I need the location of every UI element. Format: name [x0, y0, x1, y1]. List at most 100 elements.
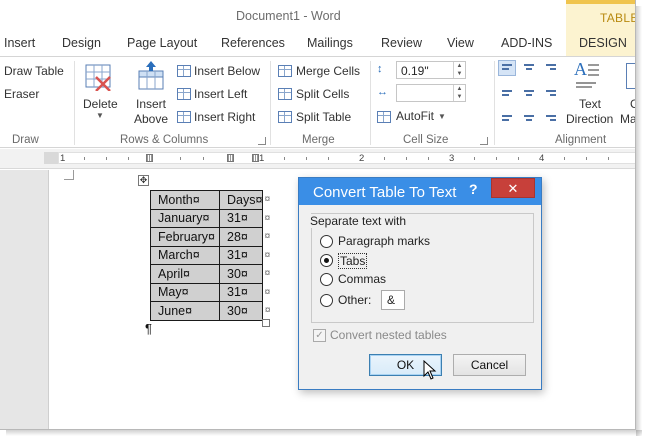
cell-margins-icon[interactable] — [626, 63, 635, 89]
split-table-button[interactable]: Split Table — [296, 110, 351, 124]
table-resize-handle-icon[interactable] — [262, 319, 270, 327]
table-row: January¤ 31¤ ¤ — [150, 208, 272, 228]
help-icon[interactable]: ? — [469, 181, 478, 197]
align-center-icon[interactable] — [520, 84, 538, 100]
close-button[interactable]: ✕ — [491, 178, 535, 198]
align-center-right-icon[interactable] — [542, 84, 560, 100]
ruler-tick — [406, 157, 407, 160]
tab-design[interactable]: Design — [62, 36, 101, 50]
paragraph-mark: ¶ — [145, 321, 152, 336]
table-cell[interactable]: 31¤ — [218, 282, 264, 302]
ruler-number: 3 — [449, 153, 455, 164]
tab-insert[interactable]: Insert — [4, 36, 35, 50]
radio-circle[interactable] — [320, 235, 333, 248]
merge-cells-button[interactable]: Merge Cells — [296, 64, 360, 78]
delete-button[interactable]: Delete — [83, 97, 118, 111]
rows-columns-launcher-icon[interactable] — [258, 137, 266, 145]
end-of-row-mark: ¤ — [262, 264, 272, 283]
draw-table-button[interactable]: Draw Table — [4, 64, 64, 78]
align-top-center-icon[interactable] — [520, 60, 538, 76]
table-cell[interactable]: June¤ — [150, 301, 220, 321]
ruler-tick — [328, 157, 329, 160]
insert-below-button[interactable]: Insert Below — [194, 64, 260, 78]
ruler-tick — [564, 157, 565, 160]
delete-dropdown-icon[interactable]: ▼ — [96, 111, 104, 120]
word-window: Document1 - Word TABLE Insert Design Pag… — [0, 0, 636, 430]
tab-table-design[interactable]: DESIGN — [566, 30, 635, 56]
word-table[interactable]: Month¤ Days¤ ¤ January¤ 31¤ ¤ February¤ … — [150, 190, 272, 321]
align-center-left-icon[interactable] — [498, 84, 516, 100]
table-cell[interactable]: January¤ — [150, 208, 220, 228]
tab-review[interactable]: Review — [381, 36, 422, 50]
column-marker-icon[interactable] — [146, 154, 153, 162]
radio-circle-selected[interactable] — [320, 254, 333, 267]
horizontal-ruler[interactable]: 1 1 2 3 4 — [0, 149, 635, 169]
tab-page-layout[interactable]: Page Layout — [127, 36, 197, 50]
cell-margins-line2[interactable]: Ma — [620, 112, 635, 126]
window-title: Document1 - Word — [236, 9, 341, 23]
spinner-arrows-icon[interactable]: ▲ ▼ — [453, 85, 465, 101]
table-row: April¤ 30¤ ¤ — [150, 264, 272, 284]
split-cells-button[interactable]: Split Cells — [296, 87, 349, 101]
tab-mailings[interactable]: Mailings — [307, 36, 353, 50]
table-cell[interactable]: 31¤ — [218, 208, 264, 228]
table-cell[interactable]: 30¤ — [218, 301, 264, 321]
insert-right-button[interactable]: Insert Right — [194, 110, 255, 124]
delete-table-icon[interactable] — [84, 63, 114, 92]
align-bottom-right-icon[interactable] — [542, 108, 560, 124]
radio-circle[interactable] — [320, 294, 333, 307]
insert-above-line1[interactable]: Insert — [136, 97, 166, 111]
text-direction-line2[interactable]: Direction — [566, 112, 613, 126]
alignment-group-label: Alignment — [555, 134, 607, 146]
table-cell[interactable]: February¤ — [150, 227, 220, 247]
radio-circle[interactable] — [320, 273, 333, 286]
dialog-title-bar[interactable]: Convert Table To Text ? ✕ — [299, 178, 541, 205]
autofit-button[interactable]: AutoFit — [396, 109, 434, 123]
insert-above-line2[interactable]: Above — [134, 112, 168, 126]
tab-add-ins[interactable]: ADD-INS — [501, 36, 552, 50]
align-top-left-icon[interactable] — [498, 60, 516, 76]
table-cell[interactable]: 30¤ — [218, 264, 264, 284]
separate-text-with-label: Separate text with — [310, 214, 407, 228]
table-cell[interactable]: April¤ — [150, 264, 220, 284]
cell-size-group-label: Cell Size — [403, 134, 449, 146]
column-width-spinner[interactable]: ▲ ▼ — [396, 84, 466, 102]
autofit-dropdown-icon[interactable]: ▼ — [438, 112, 446, 121]
tab-references[interactable]: References — [221, 36, 285, 50]
cancel-button[interactable]: Cancel — [453, 354, 526, 376]
column-marker-icon[interactable] — [252, 154, 259, 162]
table-move-handle-icon[interactable]: ✥ — [138, 175, 149, 186]
align-bottom-left-icon[interactable] — [498, 108, 516, 124]
eraser-button[interactable]: Eraser — [4, 87, 39, 101]
table-cell[interactable]: 31¤ — [218, 245, 264, 265]
group-separator — [370, 61, 371, 145]
spinner-arrows-icon[interactable]: ▲ ▼ — [453, 62, 465, 78]
align-bottom-center-icon[interactable] — [520, 108, 538, 124]
ruler-tick — [284, 157, 285, 160]
checkbox-checked-icon: ✓ — [313, 329, 326, 342]
ruler-tick — [128, 157, 129, 160]
dialog-title: Convert Table To Text — [313, 184, 457, 201]
text-direction-line1[interactable]: Text — [579, 97, 601, 111]
table-cell[interactable]: May¤ — [150, 282, 220, 302]
text-direction-icon[interactable]: A — [572, 59, 600, 91]
table-cell[interactable]: March¤ — [150, 245, 220, 265]
row-height-spinner[interactable]: 0.19" ▲ ▼ — [396, 61, 466, 79]
ruler-body — [58, 152, 635, 164]
cell-size-launcher-icon[interactable] — [480, 137, 488, 145]
ruler-tick — [586, 157, 587, 160]
insert-left-icon — [177, 88, 191, 100]
column-marker-icon[interactable] — [227, 154, 234, 162]
other-separator-input[interactable]: & — [381, 290, 405, 310]
svg-text:A: A — [574, 59, 587, 79]
table-cell[interactable]: Days¤ — [218, 190, 264, 210]
table-cell[interactable]: 28¤ — [218, 227, 264, 247]
ruler-number: 1 — [259, 153, 265, 164]
insert-above-icon[interactable] — [137, 61, 165, 91]
insert-left-button[interactable]: Insert Left — [194, 87, 247, 101]
tab-view[interactable]: View — [447, 36, 474, 50]
table-cell[interactable]: Month¤ — [150, 190, 220, 210]
ruler-number: 2 — [359, 153, 365, 164]
align-top-right-icon[interactable] — [542, 60, 560, 76]
table-tools-label: TABLE — [600, 11, 636, 25]
